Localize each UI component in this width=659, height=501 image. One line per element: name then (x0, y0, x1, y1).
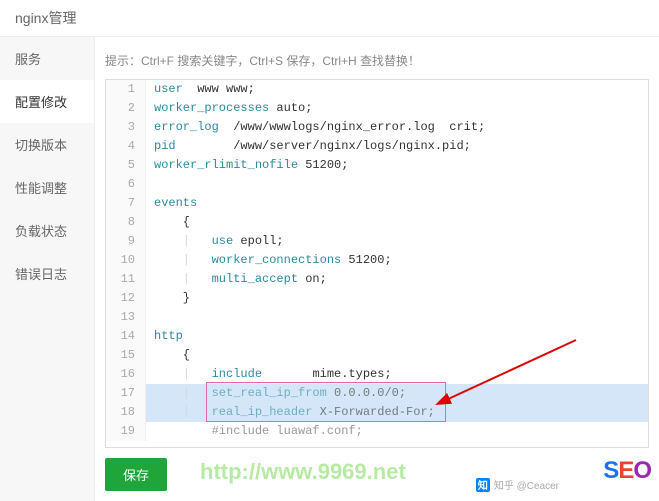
seo-logo: SEO (603, 457, 651, 485)
title-text: nginx管理 (15, 10, 76, 26)
sidebar-item-performance[interactable]: 性能调整 (0, 166, 94, 209)
sidebar: 服务 配置修改 切换版本 性能调整 负载状态 错误日志 (0, 37, 95, 501)
page-title: nginx管理 (0, 0, 659, 37)
sidebar-item-version[interactable]: 切换版本 (0, 123, 94, 166)
code-lines: 1user www www; 2worker_processes auto; 3… (106, 80, 648, 441)
highlighted-line-17: 17 | set_real_ip_from 0.0.0.0/0; (106, 384, 648, 403)
hint-text: 提示：Ctrl+F 搜索关键字，Ctrl+S 保存，Ctrl+H 查找替换！ (105, 47, 649, 79)
sidebar-item-service[interactable]: 服务 (0, 37, 94, 80)
sidebar-item-load[interactable]: 负载状态 (0, 209, 94, 252)
main-area: 提示：Ctrl+F 搜索关键字，Ctrl+S 保存，Ctrl+H 查找替换！ 1… (95, 37, 659, 501)
zhihu-attribution: 知 知乎 @Ceacer (476, 477, 559, 492)
code-editor[interactable]: 1user www www; 2worker_processes auto; 3… (105, 79, 649, 448)
highlighted-line-18: 18 | real_ip_header X-Forwarded-For; (106, 403, 648, 422)
sidebar-item-config[interactable]: 配置修改 (0, 80, 94, 123)
zhihu-icon: 知 (476, 478, 490, 492)
sidebar-item-errorlog[interactable]: 错误日志 (0, 252, 94, 295)
container: 服务 配置修改 切换版本 性能调整 负载状态 错误日志 提示：Ctrl+F 搜索… (0, 37, 659, 501)
save-button[interactable]: 保存 (105, 458, 167, 491)
